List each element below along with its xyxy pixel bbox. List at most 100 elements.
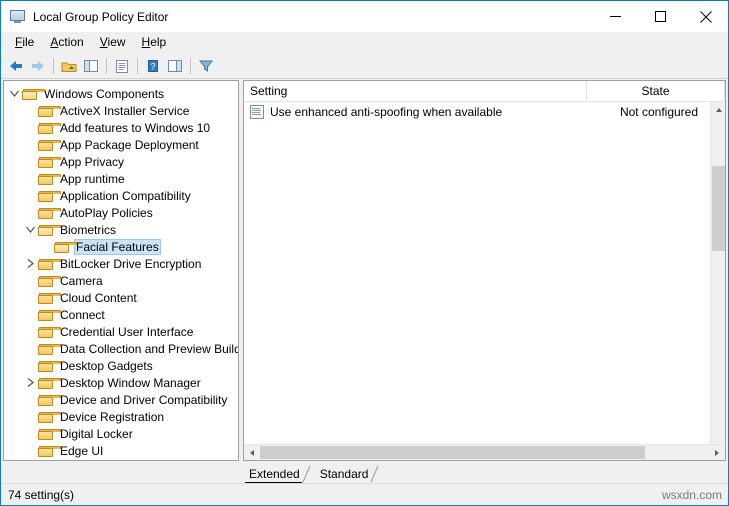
up-one-level-icon[interactable]: [58, 55, 80, 77]
close-button[interactable]: [683, 1, 728, 32]
watermark-text: wsxdn.com: [661, 487, 722, 502]
local-group-policy-editor-window: Local Group Policy Editor File Action Vi…: [0, 0, 729, 506]
chevron-down-icon[interactable]: [6, 86, 22, 102]
horizontal-scrollbar-track[interactable]: [260, 445, 709, 460]
scroll-up-arrow-icon[interactable]: [711, 102, 725, 117]
folder-icon: [38, 154, 61, 170]
tab-standard[interactable]: Standard: [311, 465, 381, 483]
folder-icon: [22, 86, 45, 102]
tree-item[interactable]: Data Collection and Preview Build: [4, 340, 238, 357]
tree-item-label: Desktop Window Manager: [60, 375, 201, 390]
list-vertical-scrollbar[interactable]: [710, 102, 725, 444]
toolbar: ?: [1, 53, 728, 79]
list-horizontal-scrollbar[interactable]: [244, 444, 725, 460]
tree-item-label: Application Compatibility: [60, 188, 191, 203]
tab-divider-1: [302, 465, 312, 483]
tree-twisty-placeholder: [22, 171, 38, 187]
tree-item-label: Edge UI: [60, 443, 104, 458]
tab-extended[interactable]: Extended: [241, 465, 312, 483]
policy-setting-icon: [250, 104, 264, 119]
menu-help[interactable]: Help: [134, 33, 175, 52]
tree-item[interactable]: Device Registration: [4, 408, 238, 425]
vertical-scrollbar-thumb[interactable]: [712, 166, 725, 251]
tree-item[interactable]: App Privacy: [4, 153, 238, 170]
tree-item[interactable]: Desktop Gadgets: [4, 357, 238, 374]
title-bar: Local Group Policy Editor: [1, 1, 728, 32]
console-tree-pane[interactable]: Windows Components ActiveX Installer Serv…: [3, 80, 239, 461]
tree-item[interactable]: Desktop Window Manager: [4, 374, 238, 391]
tree-item[interactable]: Facial Features: [4, 238, 238, 255]
folder-icon: [38, 205, 61, 221]
forward-button[interactable]: [27, 55, 49, 77]
menu-view[interactable]: View: [92, 33, 134, 52]
menu-file[interactable]: File: [7, 33, 42, 52]
list-item-state-cell: Not configured: [619, 104, 699, 119]
tab-extended-label: Extended: [249, 467, 300, 481]
svg-text:?: ?: [150, 61, 155, 71]
tree-item[interactable]: Digital Locker: [4, 425, 238, 442]
tree-item-label: App Privacy: [60, 154, 125, 169]
menu-help-rest: elp: [150, 35, 167, 49]
tree-item-label: Digital Locker: [60, 426, 133, 441]
tree-item[interactable]: Cloud Content: [4, 289, 238, 306]
tree-item-label: Device and Driver Compatibility: [60, 392, 228, 407]
scroll-right-arrow-icon[interactable]: [709, 445, 725, 460]
tree-item[interactable]: App Package Deployment: [4, 136, 238, 153]
tree-item[interactable]: AutoPlay Policies: [4, 204, 238, 221]
tree-item[interactable]: App runtime: [4, 170, 238, 187]
back-button[interactable]: [5, 55, 27, 77]
tree-item-label: Data Collection and Preview Build: [60, 341, 239, 356]
chevron-right-icon[interactable]: [22, 256, 38, 272]
tree-item[interactable]: Device and Driver Compatibility: [4, 391, 238, 408]
tree-twisty-placeholder: [22, 324, 38, 340]
tree-item-label: Camera: [60, 273, 103, 288]
chevron-down-icon[interactable]: [22, 222, 38, 238]
minimize-button[interactable]: [593, 1, 638, 32]
tree-item[interactable]: Connect: [4, 306, 238, 323]
tree-twisty-placeholder: [22, 358, 38, 374]
filter-icon[interactable]: [195, 55, 217, 77]
tab-standard-label: Standard: [319, 467, 369, 481]
folder-icon: [38, 375, 61, 391]
maximize-button[interactable]: [638, 1, 683, 32]
tree-item[interactable]: Application Compatibility: [4, 187, 238, 204]
column-header-state[interactable]: State: [587, 81, 725, 101]
tree-item[interactable]: Add features to Windows 10: [4, 119, 238, 136]
scroll-left-arrow-icon[interactable]: [244, 445, 260, 460]
toolbar-separator-1: [53, 57, 54, 74]
tree-item-label: ActiveX Installer Service: [60, 103, 190, 118]
toolbar-separator-4: [190, 57, 191, 74]
show-hide-action-pane-icon[interactable]: [164, 55, 186, 77]
folder-icon: [38, 137, 61, 153]
folder-icon: [38, 256, 61, 272]
policy-tree[interactable]: Windows Components ActiveX Installer Serv…: [4, 81, 238, 459]
tree-item-label: Cloud Content: [60, 290, 137, 305]
tree-item[interactable]: Camera: [4, 272, 238, 289]
tree-item[interactable]: ActiveX Installer Service: [4, 102, 238, 119]
settings-list-pane[interactable]: Setting State Use enhanced anti-spoofing…: [243, 80, 726, 461]
tree-item[interactable]: Edge UI: [4, 442, 238, 459]
tree-item[interactable]: BitLocker Drive Encryption: [4, 255, 238, 272]
tree-item[interactable]: Windows Components: [4, 85, 238, 102]
tree-item[interactable]: Biometrics: [4, 221, 238, 238]
column-header-setting[interactable]: Setting: [244, 81, 587, 101]
tree-item-label: Windows Components: [44, 86, 165, 101]
help-icon[interactable]: ?: [142, 55, 164, 77]
folder-icon: [38, 358, 61, 374]
folder-icon: [38, 409, 61, 425]
list-item[interactable]: Use enhanced anti-spoofing when availabl…: [244, 102, 725, 121]
show-hide-console-tree-icon[interactable]: [80, 55, 102, 77]
chevron-right-icon[interactable]: [22, 375, 38, 391]
tree-twisty-placeholder: [22, 341, 38, 357]
tree-twisty-placeholder: [38, 239, 54, 255]
horizontal-scrollbar-thumb[interactable]: [260, 446, 645, 459]
export-list-icon[interactable]: [111, 55, 133, 77]
tree-twisty-placeholder: [22, 307, 38, 323]
tree-item[interactable]: Credential User Interface: [4, 323, 238, 340]
list-body[interactable]: Use enhanced anti-spoofing when availabl…: [244, 102, 725, 444]
menu-file-rest: ile: [22, 35, 35, 49]
main-split: Windows Components ActiveX Installer Serv…: [1, 79, 728, 461]
list-header: Setting State: [244, 81, 725, 102]
menu-action[interactable]: Action: [42, 33, 91, 52]
folder-icon: [54, 239, 77, 255]
